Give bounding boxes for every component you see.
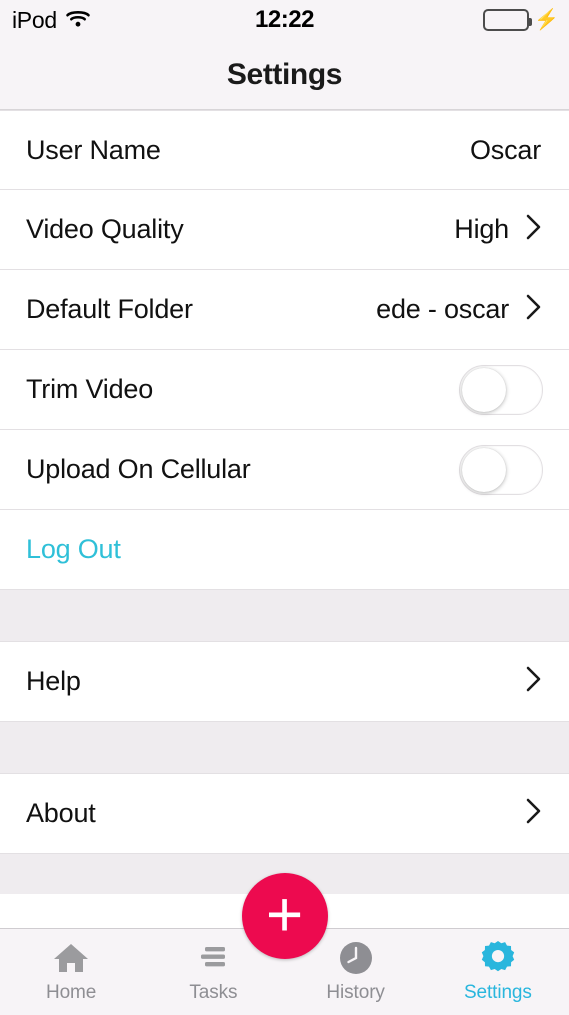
page-title: Settings <box>226 57 343 91</box>
upload-on-cellular-toggle[interactable] <box>459 444 543 495</box>
lightning-bolt-icon: ⚡ <box>534 9 559 31</box>
tasks-icon <box>193 938 233 978</box>
plus-icon: + <box>265 878 304 950</box>
tab-label: History <box>326 982 385 1003</box>
settings-row-upload-on-cellular[interactable]: Upload On Cellular <box>0 430 569 510</box>
row-value: High <box>454 214 509 244</box>
battery-icon <box>483 9 533 31</box>
chevron-right-icon <box>525 292 543 327</box>
tab-label: Tasks <box>189 982 238 1003</box>
settings-row-log-out[interactable]: Log Out <box>0 510 569 590</box>
row-label: About <box>26 798 96 828</box>
tab-settings[interactable]: Settings <box>427 929 569 1015</box>
status-bar-right: ⚡ <box>483 9 559 31</box>
settings-row-user-name[interactable]: User Name Oscar <box>0 110 569 190</box>
navigation-bar: Settings <box>0 40 569 110</box>
tab-label: Home <box>45 982 97 1003</box>
row-label: Upload On Cellular <box>26 454 251 484</box>
section-separator <box>0 722 569 774</box>
clock-icon <box>336 938 376 978</box>
trim-video-toggle[interactable] <box>459 364 543 415</box>
settings-row-about[interactable]: About <box>0 774 569 854</box>
settings-row-help[interactable]: Help <box>0 642 569 722</box>
chevron-right-icon <box>525 664 543 699</box>
row-label: Default Folder <box>26 294 193 324</box>
settings-section-help: Help <box>0 642 569 722</box>
chevron-right-icon <box>525 212 543 247</box>
status-bar: iPod 12:22 ⚡ <box>0 0 569 40</box>
tab-label: Settings <box>463 982 532 1003</box>
row-label: User Name <box>26 134 161 165</box>
log-out-button[interactable]: Log Out <box>26 534 543 565</box>
settings-section-about: About <box>0 774 569 854</box>
add-button[interactable]: + <box>241 873 328 959</box>
settings-row-trim-video[interactable]: Trim Video <box>0 350 569 430</box>
row-label: Video Quality <box>26 214 184 244</box>
section-separator <box>0 590 569 642</box>
row-value: ede - oscar <box>376 294 509 324</box>
settings-row-default-folder[interactable]: Default Folder ede - oscar <box>0 270 569 350</box>
settings-section-main: User Name Oscar Video Quality High Defau… <box>0 110 569 590</box>
gear-icon <box>478 938 518 978</box>
toggle-knob <box>462 447 506 492</box>
settings-row-video-quality[interactable]: Video Quality High <box>0 190 569 270</box>
row-label: Help <box>26 666 81 696</box>
row-label: Trim Video <box>26 374 154 404</box>
toggle-knob <box>462 367 506 412</box>
tab-home[interactable]: Home <box>0 929 142 1015</box>
chevron-right-icon <box>525 796 543 831</box>
home-icon <box>51 938 91 978</box>
row-value: Oscar <box>469 134 541 165</box>
settings-list: User Name Oscar Video Quality High Defau… <box>0 110 569 894</box>
